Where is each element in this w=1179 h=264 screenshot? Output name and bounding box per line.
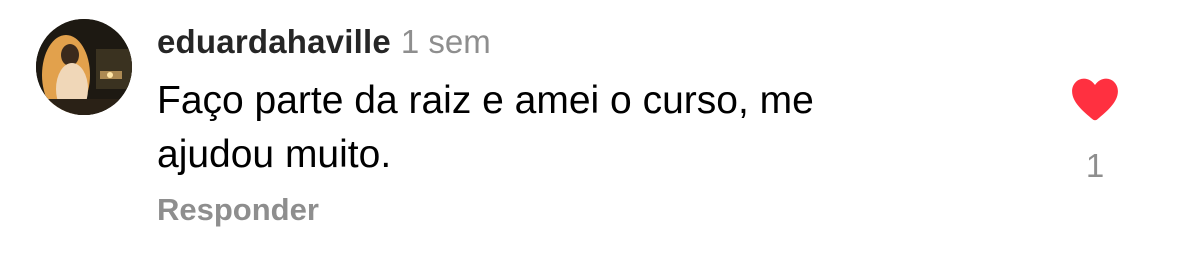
avatar[interactable] [36, 19, 132, 115]
comment-text: Faço parte da raiz e amei o curso, me aj… [157, 79, 814, 176]
like-count[interactable]: 1 [1066, 146, 1124, 186]
username[interactable]: eduardahaville [157, 20, 391, 64]
comment-item: eduardahaville 1 sem Faço parte da raiz … [0, 0, 1179, 264]
reply-button[interactable]: Responder [157, 188, 319, 232]
like-control: 1 [1066, 76, 1124, 196]
timestamp: 1 sem [400, 23, 491, 60]
comment-meta: eduardahaville 1 sem [157, 20, 1017, 64]
avatar-photo [36, 19, 132, 115]
comment-body: eduardahaville 1 sem Faço parte da raiz … [157, 20, 1017, 182]
heart-icon[interactable] [1070, 76, 1120, 122]
